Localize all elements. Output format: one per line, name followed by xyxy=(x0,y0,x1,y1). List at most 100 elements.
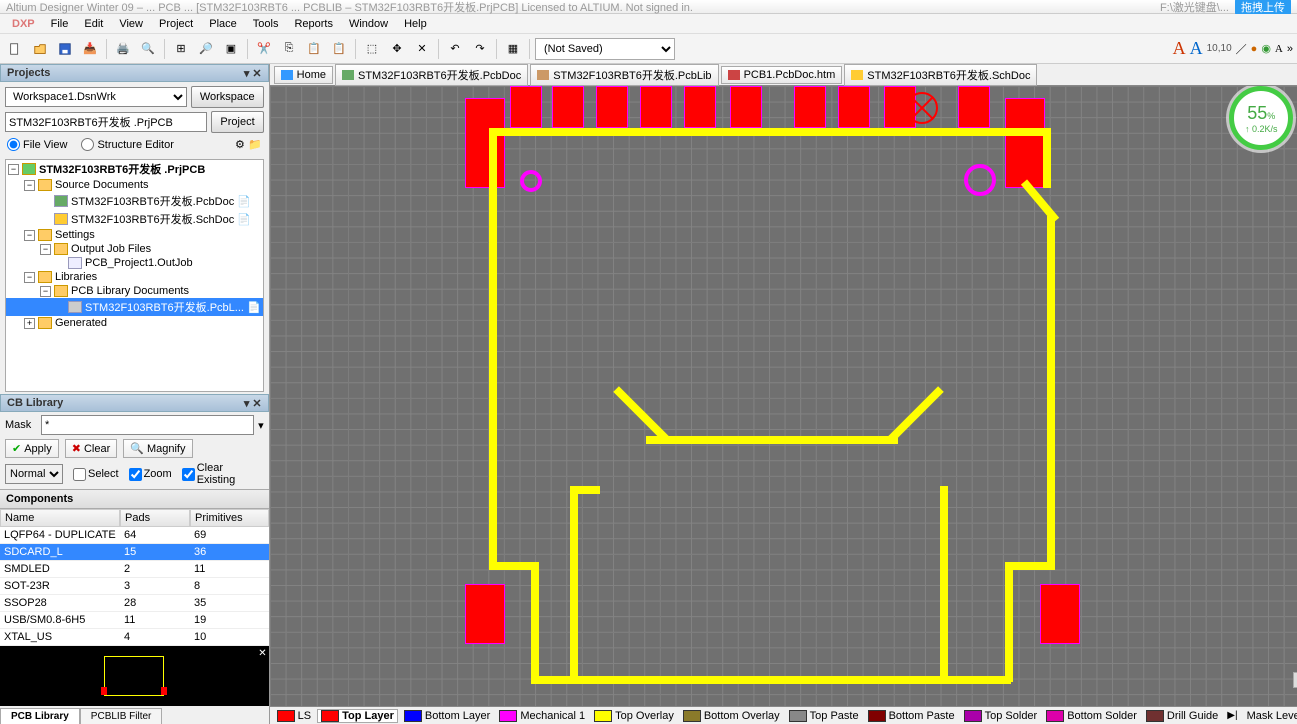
menu-project[interactable]: Project xyxy=(151,16,201,32)
tab-pcblib[interactable]: STM32F103RBT6开发板.PcbLib xyxy=(530,64,718,86)
new-icon[interactable] xyxy=(4,38,26,60)
tree-pcblib-docs[interactable]: PCB Library Documents xyxy=(71,285,189,297)
layer-tab[interactable]: Bottom Solder xyxy=(1043,710,1140,722)
select-icon[interactable]: ⬚ xyxy=(361,38,383,60)
save-icon[interactable] xyxy=(54,38,76,60)
menu-file[interactable]: File xyxy=(43,16,77,32)
tab-pcbdoc[interactable]: STM32F103RBT6开发板.PcbDoc xyxy=(335,64,528,86)
magnify-button[interactable]: 🔍Magnify xyxy=(123,439,192,458)
structure-editor-radio[interactable]: Structure Editor xyxy=(81,138,173,151)
tree-collapse-icon[interactable]: − xyxy=(40,286,51,297)
layer-tab[interactable]: Bottom Paste xyxy=(865,710,958,722)
tab-home[interactable]: Home xyxy=(274,66,333,84)
grid-icon[interactable]: ▦ xyxy=(502,38,524,60)
close-preview-icon[interactable]: ✕ xyxy=(258,648,266,659)
panel-dropdown-icon[interactable]: ▾ ✕ xyxy=(244,67,262,80)
table-row[interactable]: SMDLED211 xyxy=(0,561,269,578)
string-icon[interactable]: A xyxy=(1275,43,1283,55)
mask-input[interactable] xyxy=(41,415,254,435)
tree-outputjob[interactable]: Output Job Files xyxy=(71,243,151,255)
mask-dropdown-icon[interactable]: ▾ xyxy=(258,419,264,432)
mask-level[interactable]: Mask Level xyxy=(1244,710,1297,722)
tab-schdoc[interactable]: STM32F103RBT6开发板.SchDoc xyxy=(844,64,1037,86)
layer-tab[interactable]: Bottom Overlay xyxy=(680,710,783,722)
cut-icon[interactable]: ✂️ xyxy=(253,38,275,60)
select-checkbox[interactable]: Select xyxy=(73,468,119,481)
tree-root[interactable]: STM32F103RBT6开发板 .PrjPCB xyxy=(39,161,205,177)
tab-pcbhtm[interactable]: PCB1.PcbDoc.htm xyxy=(721,66,843,84)
print-icon[interactable]: 🖨️ xyxy=(112,38,134,60)
open-icon[interactable] xyxy=(29,38,51,60)
import-icon[interactable]: 📥 xyxy=(79,38,101,60)
layer-tab[interactable]: Drill Guide xyxy=(1143,710,1221,722)
layer-tab[interactable]: Top Solder xyxy=(961,710,1041,722)
table-row[interactable]: USB/SM0.8-6H51119 xyxy=(0,612,269,629)
tab-pcblib-filter[interactable]: PCBLIB Filter xyxy=(80,708,163,724)
layer-tab[interactable]: Top Paste xyxy=(786,710,862,722)
layer-tab[interactable]: Top Layer xyxy=(317,709,398,723)
panel-options-icon[interactable]: ⚙ 📁 xyxy=(235,138,262,151)
tree-collapse-icon[interactable]: − xyxy=(40,244,51,255)
menu-window[interactable]: Window xyxy=(341,16,396,32)
layer-tab[interactable]: Bottom Layer xyxy=(401,710,493,722)
components-table[interactable]: Name Pads Primitives LQFP64 - DUPLICATE6… xyxy=(0,509,269,646)
clear-button[interactable]: ✖Clear xyxy=(65,439,118,458)
apply-button[interactable]: ✔Apply xyxy=(5,439,59,458)
tree-schdoc[interactable]: STM32F103RBT6开发板.SchDoc xyxy=(71,211,234,227)
clear-existing-checkbox[interactable]: Clear Existing xyxy=(182,462,264,486)
preview-icon[interactable]: 🔍 xyxy=(137,38,159,60)
tree-collapse-icon[interactable]: − xyxy=(24,272,35,283)
tree-source-docs[interactable]: Source Documents xyxy=(55,179,149,191)
pcb-canvas[interactable]: 55% ↑ 0.2K/s xyxy=(270,86,1297,706)
table-row[interactable]: XTAL_US410 xyxy=(0,629,269,646)
tree-generated[interactable]: Generated xyxy=(55,317,107,329)
tree-pcblib-file[interactable]: STM32F103RBT6开发板.PcbL... 📄 xyxy=(6,298,263,316)
menu-reports[interactable]: Reports xyxy=(286,16,341,32)
zoom-extents-icon[interactable]: ⊞ xyxy=(170,38,192,60)
undo-icon[interactable]: ↶ xyxy=(444,38,466,60)
table-row[interactable]: LQFP64 - DUPLICATE6469 xyxy=(0,527,269,544)
via-icon[interactable]: ◉ xyxy=(1261,42,1271,55)
pad-icon[interactable]: ● xyxy=(1251,43,1258,55)
tab-pcb-library[interactable]: PCB Library xyxy=(0,708,80,724)
project-field[interactable] xyxy=(5,112,207,132)
zoom-in-icon[interactable]: 🔎 xyxy=(195,38,217,60)
tree-collapse-icon[interactable]: − xyxy=(8,164,19,175)
tree-outjob-file[interactable]: PCB_Project1.OutJob xyxy=(85,257,193,269)
move-icon[interactable]: ✥ xyxy=(386,38,408,60)
layer-tab[interactable]: Mechanical 1 xyxy=(496,710,588,722)
deselect-icon[interactable]: ✕ xyxy=(411,38,433,60)
zoom-selection-icon[interactable]: ▣ xyxy=(220,38,242,60)
line-icon[interactable]: ／ xyxy=(1236,41,1247,57)
redo-icon[interactable]: ↷ xyxy=(469,38,491,60)
tree-pcbdoc[interactable]: STM32F103RBT6开发板.PcbDoc xyxy=(71,193,234,209)
col-name[interactable]: Name xyxy=(0,509,120,527)
tree-collapse-icon[interactable]: − xyxy=(24,230,35,241)
paste-special-icon[interactable]: 📋 xyxy=(328,38,350,60)
col-pads[interactable]: Pads xyxy=(120,509,190,527)
stroke-font-a-icon[interactable]: A xyxy=(1173,38,1186,59)
tree-settings[interactable]: Settings xyxy=(55,229,95,241)
panel-dropdown-icon[interactable]: ▾ ✕ xyxy=(244,397,262,410)
project-tree[interactable]: −STM32F103RBT6开发板 .PrjPCB −Source Docume… xyxy=(5,159,264,392)
menu-edit[interactable]: Edit xyxy=(76,16,111,32)
paste-icon[interactable]: 📋 xyxy=(303,38,325,60)
zoom-checkbox[interactable]: Zoom xyxy=(129,468,172,481)
menu-tools[interactable]: Tools xyxy=(245,16,287,32)
more-icon[interactable]: » xyxy=(1287,43,1293,55)
copy-icon[interactable]: ⎘ xyxy=(278,38,300,60)
menu-dxp[interactable]: DXP xyxy=(4,16,43,32)
col-primitives[interactable]: Primitives xyxy=(190,509,269,527)
tree-libraries[interactable]: Libraries xyxy=(55,271,97,283)
table-row[interactable]: SOT-23R38 xyxy=(0,578,269,595)
tree-collapse-icon[interactable]: − xyxy=(24,180,35,191)
menu-view[interactable]: View xyxy=(111,16,151,32)
menu-place[interactable]: Place xyxy=(201,16,245,32)
stroke-font-a2-icon[interactable]: A xyxy=(1190,38,1203,59)
table-row[interactable]: SSOP282835 xyxy=(0,595,269,612)
workspace-select[interactable]: Workspace1.DsnWrk xyxy=(5,87,187,107)
layer-tab[interactable]: Top Overlay xyxy=(591,710,677,722)
menu-help[interactable]: Help xyxy=(396,16,435,32)
file-view-radio[interactable]: File View xyxy=(7,138,67,151)
saved-view-select[interactable]: (Not Saved) xyxy=(535,38,675,60)
